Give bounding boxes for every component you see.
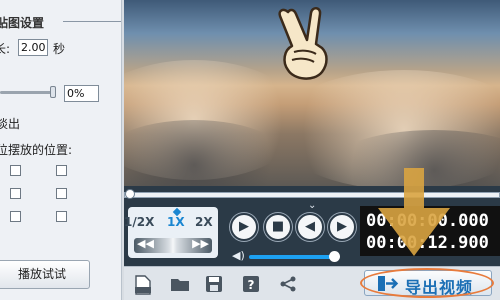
play-button[interactable]: ▶ — [230, 213, 258, 241]
share-icon[interactable] — [279, 275, 297, 293]
rewind-icon[interactable]: ◀◀ — [137, 237, 154, 250]
settings-panel: 贴图设置 长: 2.00 秒 0% 淡出 位摆放的位置: 播放试试 — [0, 0, 122, 300]
fast-forward-icon[interactable]: ▶▶ — [192, 237, 209, 250]
chevron-down-icon[interactable]: ⌄ — [308, 200, 316, 211]
position-label: 位摆放的位置: — [0, 143, 73, 157]
opacity-slider-handle[interactable] — [50, 86, 56, 98]
open-folder-icon[interactable] — [170, 275, 189, 293]
peace-sign-hand-sticker[interactable] — [274, 4, 332, 84]
speed-shuttle-bar[interactable]: ◀◀ ▶▶ — [134, 237, 212, 253]
new-project-icon[interactable] — [134, 275, 152, 295]
opacity-input[interactable]: 0% — [64, 85, 99, 102]
duration-unit: 秒 — [53, 42, 66, 56]
volume-slider[interactable] — [249, 255, 334, 259]
bottom-toolbar: ? 导出视频 — [124, 266, 500, 300]
save-icon[interactable] — [205, 275, 223, 293]
speed-panel: 1/2X 1X 2X ◀◀ ▶▶ — [124, 207, 218, 258]
play-test-button[interactable]: 播放试试 — [0, 260, 90, 289]
position-checkbox-top-right[interactable] — [56, 165, 67, 176]
fade-out-label: 淡出 — [0, 117, 21, 131]
svg-text:?: ? — [248, 278, 255, 292]
speed-half[interactable]: 1/2X — [124, 215, 154, 229]
position-checkbox-middle-right[interactable] — [56, 188, 67, 199]
volume-icon[interactable]: ◀) — [232, 249, 245, 262]
speed-normal[interactable]: 1X — [167, 215, 185, 229]
volume-handle[interactable] — [329, 251, 340, 262]
duration-label: 长: — [0, 42, 11, 56]
opacity-slider-track[interactable] — [0, 91, 56, 94]
speed-double[interactable]: 2X — [195, 215, 213, 229]
app-window: 贴图设置 长: 2.00 秒 0% 淡出 位摆放的位置: 播放试试 ⌄ — [0, 0, 500, 300]
video-preview — [124, 0, 500, 186]
next-frame-button[interactable]: ▶ — [328, 213, 356, 241]
annotation-down-arrow — [378, 168, 450, 256]
position-checkbox-bottom-left[interactable] — [10, 211, 21, 222]
timeline-handle[interactable] — [125, 189, 135, 199]
section-title: 贴图设置 — [0, 16, 45, 30]
position-checkbox-middle-left[interactable] — [10, 188, 21, 199]
duration-input[interactable]: 2.00 — [18, 39, 48, 56]
highlight-ring — [360, 268, 494, 298]
section-divider — [63, 21, 121, 22]
stop-button[interactable]: ■ — [264, 213, 292, 241]
previous-frame-button[interactable]: ◀ — [296, 213, 324, 241]
help-icon[interactable]: ? — [242, 275, 260, 293]
position-checkbox-bottom-right[interactable] — [56, 211, 67, 222]
position-checkbox-top-left[interactable] — [10, 165, 21, 176]
